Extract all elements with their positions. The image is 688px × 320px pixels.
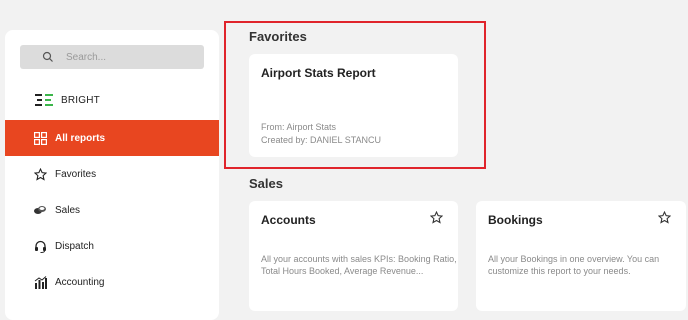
card-title: Accounts xyxy=(261,213,316,227)
star-icon xyxy=(33,167,47,181)
card-title: Airport Stats Report xyxy=(261,66,376,80)
search-icon xyxy=(42,51,54,63)
brand-name: BRIGHT xyxy=(61,94,100,106)
search-placeholder: Search... xyxy=(66,51,107,63)
sidebar-item-sales[interactable]: Sales xyxy=(5,192,219,228)
search-input[interactable]: Search... xyxy=(20,45,204,69)
sidebar-item-label: Sales xyxy=(55,204,81,216)
sidebar-item-label: Favorites xyxy=(55,168,97,180)
sidebar-item-label: Accounting xyxy=(55,276,105,288)
sidebar: Search... BRIGHT All reports Favorites S… xyxy=(5,30,219,320)
favorites-section-title: Favorites xyxy=(249,29,307,44)
sidebar-item-favorites[interactable]: Favorites xyxy=(5,156,219,192)
bar-chart-icon xyxy=(33,275,47,289)
card-description: All your Bookings in one overview. You c… xyxy=(488,254,660,276)
report-card-accounts[interactable]: Accounts All your accounts with sales KP… xyxy=(249,201,458,311)
sidebar-item-accounting[interactable]: Accounting xyxy=(5,264,219,300)
report-card-bookings[interactable]: Bookings All your Bookings in one overvi… xyxy=(476,201,686,311)
coins-icon xyxy=(33,203,47,217)
report-card-airport-stats[interactable]: Airport Stats Report From: Airport Stats… xyxy=(249,54,458,157)
brand[interactable]: BRIGHT xyxy=(35,94,100,106)
headset-icon xyxy=(33,239,47,253)
sidebar-item-dispatch[interactable]: Dispatch xyxy=(5,228,219,264)
sidebar-item-label: All reports xyxy=(55,132,106,144)
grid-icon xyxy=(33,131,47,145)
card-creator: Created by: DANIEL STANCU xyxy=(261,135,382,145)
sidebar-item-label: Dispatch xyxy=(55,240,94,252)
card-source: From: Airport Stats xyxy=(261,122,337,132)
star-icon[interactable] xyxy=(429,210,444,224)
card-title: Bookings xyxy=(488,213,543,227)
sales-section-title: Sales xyxy=(249,176,283,191)
bright-logo-icon xyxy=(35,94,53,106)
star-icon[interactable] xyxy=(657,210,672,224)
card-description: All your accounts with sales KPIs: Booki… xyxy=(261,254,457,276)
sidebar-item-all-reports[interactable]: All reports xyxy=(5,120,219,156)
